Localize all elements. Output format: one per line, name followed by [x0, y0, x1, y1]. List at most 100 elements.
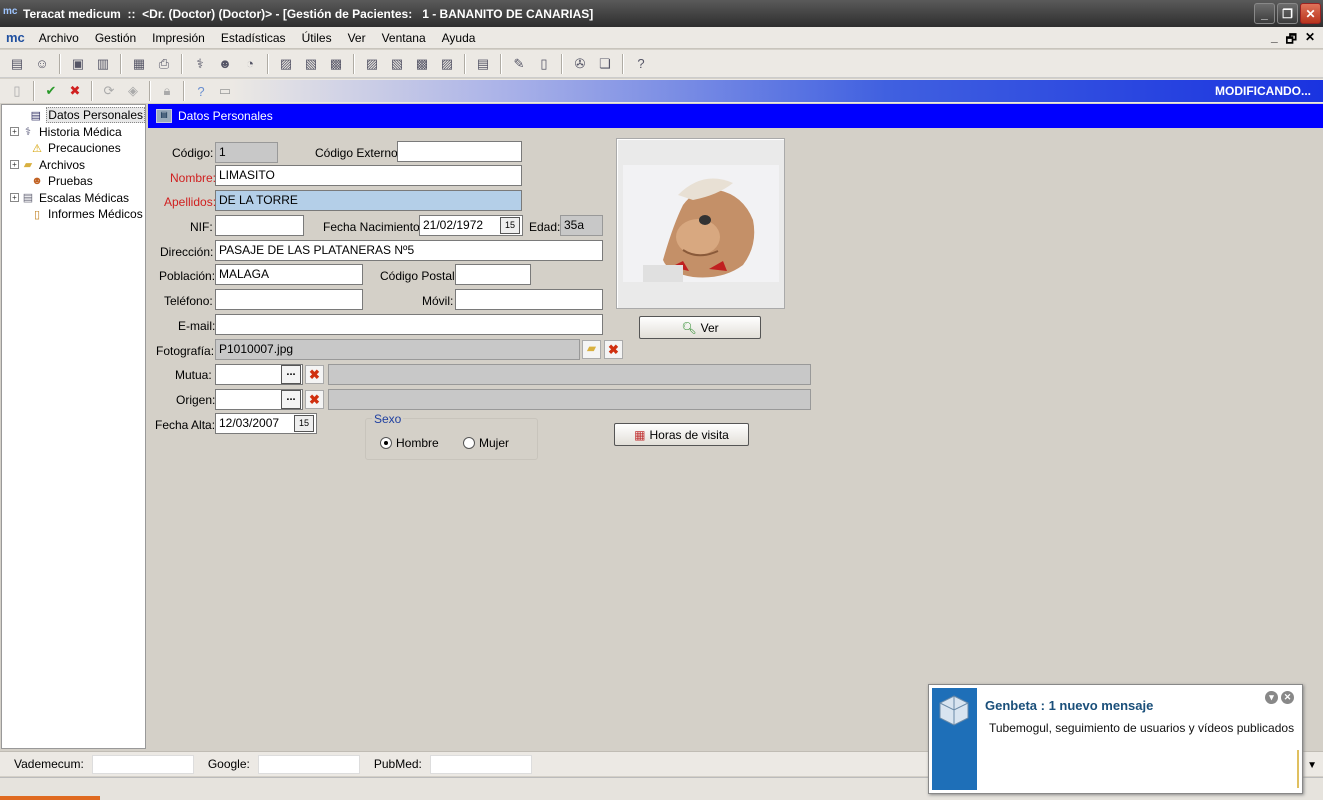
restore-button[interactable]: ❐ [1277, 3, 1298, 24]
pubmed-input[interactable] [429, 754, 532, 774]
expand-toggle[interactable]: + [10, 160, 19, 170]
bookmark-icon[interactable]: ▣ [67, 53, 89, 75]
horas-de-visita-button[interactable]: ▦ Horas de visita [614, 423, 749, 446]
notification-popup[interactable]: Genbeta : 1 nuevo mensaje Tubemogul, seg… [928, 684, 1303, 794]
nif-field[interactable] [215, 215, 304, 236]
copy-icon[interactable]: ❏ [594, 53, 616, 75]
help-icon[interactable]: ? [190, 80, 212, 102]
calendar-icon[interactable]: 15 [500, 217, 520, 234]
tools-icon[interactable]: ✇ [569, 53, 591, 75]
email-label: E-mail: [178, 319, 216, 333]
mdi-restore-button[interactable]: 🗗 [1286, 30, 1297, 51]
mdi-controls: _ 🗗 ✕ [1271, 30, 1315, 51]
close-icon[interactable]: ✕ [1281, 691, 1294, 704]
apellidos-field[interactable]: DE LA TORRE [215, 190, 522, 211]
telefono-field[interactable] [215, 289, 363, 310]
sexo-hombre-radio[interactable]: Hombre [380, 436, 439, 450]
new-card-icon[interactable]: ▤ [6, 53, 28, 75]
chart-4-icon[interactable]: ▨ [361, 53, 383, 75]
lock-icon[interactable]: 🔒︎ [156, 80, 178, 102]
fecha-alta-label: Fecha Alta: [155, 418, 216, 432]
tree-item-precauciones[interactable]: ⚠ Precauciones [2, 140, 145, 157]
tree-item-label: Precauciones [48, 141, 121, 156]
pill-icon[interactable]: ◔ [239, 53, 261, 75]
codigo-externo-field[interactable] [397, 141, 522, 162]
tree-item-datos-personales[interactable]: ▤ Datos Personales [2, 107, 145, 124]
chart-5-icon[interactable]: ▧ [386, 53, 408, 75]
menu-utiles[interactable]: Útiles [294, 31, 340, 45]
scroll-down-icon[interactable]: ▼ [1307, 760, 1317, 771]
horas-de-visita-label: Horas de visita [649, 427, 729, 442]
mutua-clear-icon[interactable]: ✖ [305, 365, 324, 384]
menu-gestion[interactable]: Gestión [87, 31, 144, 45]
nombre-label: Nombre: [170, 171, 217, 185]
mutua-browse-button[interactable]: ... [281, 365, 301, 384]
radio-label: Hombre [396, 436, 439, 450]
nombre-field[interactable]: LIMASITO [215, 165, 522, 186]
open-folder-icon[interactable]: ▰ [582, 340, 601, 359]
menu-ventana[interactable]: Ventana [374, 31, 434, 45]
tree-item-pruebas[interactable]: ☻ Pruebas [2, 173, 145, 190]
vademecum-input[interactable] [91, 754, 194, 774]
chart-2-icon[interactable]: ▧ [300, 53, 322, 75]
chart-7-icon[interactable]: ▨ [436, 53, 458, 75]
radio-label: Mujer [479, 436, 510, 450]
fotografia-field: P1010007.jpg [215, 339, 580, 360]
stethoscope-icon[interactable]: ⚕ [189, 53, 211, 75]
open-book-icon[interactable]: ▥ [92, 53, 114, 75]
chart-3-icon[interactable]: ▩ [325, 53, 347, 75]
document-icon[interactable]: ▯ [533, 53, 555, 75]
help-icon[interactable]: ? [630, 53, 652, 75]
tree-item-escalas-medicas[interactable]: + ▤ Escalas Médicas [2, 190, 145, 207]
page-icon[interactable]: ▯ [6, 80, 28, 102]
sexo-mujer-radio[interactable]: Mujer [463, 436, 509, 450]
chart-6-icon[interactable]: ▩ [411, 53, 433, 75]
tree-item-informes-medicos[interactable]: ▯ Informes Médicos [2, 206, 145, 223]
report-icon[interactable]: ▤ [472, 53, 494, 75]
accept-icon[interactable]: ✔ [40, 80, 62, 102]
toolbar-separator [33, 81, 35, 101]
menu-estadisticas[interactable]: Estadísticas [213, 31, 294, 45]
origen-clear-icon[interactable]: ✖ [305, 390, 324, 409]
calendar-icon[interactable]: 15 [294, 415, 314, 432]
minimize-button[interactable]: _ [1254, 3, 1275, 24]
pencil-icon[interactable]: ✎ [508, 53, 530, 75]
vademecum-label: Vademecum: [14, 757, 84, 771]
menu-archivo[interactable]: Archivo [31, 31, 87, 45]
printer-icon[interactable]: ⎙ [153, 53, 175, 75]
menu-impresion[interactable]: Impresión [144, 31, 213, 45]
codigo-label: Código: [172, 146, 214, 160]
mdi-minimize-button[interactable]: _ [1271, 30, 1278, 51]
main-toolbar: ▤ ☺ ▣ ▥ ▦ ⎙ ⚕ ☻ ◔ ▨ ▧ ▩ ▨ ▧ ▩ ▨ ▤ ✎ ▯ ✇ … [0, 50, 1323, 78]
calendar-icon[interactable]: ▦ [128, 53, 150, 75]
chart-1-icon[interactable]: ▨ [275, 53, 297, 75]
toolbar-separator [267, 53, 269, 74]
menu-ayuda[interactable]: Ayuda [434, 31, 484, 45]
doctor-icon[interactable]: ☻ [214, 53, 236, 75]
user-add-icon[interactable]: ☺ [31, 53, 53, 75]
cancel-icon[interactable]: ✖ [64, 80, 86, 102]
poblacion-field[interactable]: MALAGA [215, 264, 363, 285]
person-icon: ☻ [31, 175, 43, 188]
notification-scrollbar[interactable] [1297, 750, 1299, 788]
close-button[interactable]: ✕ [1300, 3, 1321, 24]
google-input[interactable] [257, 754, 360, 774]
movil-field[interactable] [455, 289, 603, 310]
codigo-postal-field[interactable] [455, 264, 531, 285]
ver-button[interactable]: 🔍︎ Ver [639, 316, 761, 339]
origen-label: Origen: [176, 393, 216, 407]
origen-browse-button[interactable]: ... [281, 390, 301, 409]
eraser-icon[interactable]: ◈ [122, 80, 144, 102]
clear-photo-icon[interactable]: ✖ [604, 340, 623, 359]
direccion-field[interactable]: PASAJE DE LAS PLATANERAS Nº5 [215, 240, 603, 261]
tree-item-archivos[interactable]: + ▰ Archivos [2, 157, 145, 174]
mdi-close-button[interactable]: ✕ [1305, 30, 1315, 51]
tree-item-historia-medica[interactable]: + ⚕ Historia Médica [2, 124, 145, 141]
email-field[interactable] [215, 314, 603, 335]
menu-ver[interactable]: Ver [340, 31, 374, 45]
expand-toggle[interactable]: + [10, 193, 19, 203]
chevron-down-icon[interactable]: ▾ [1265, 691, 1278, 704]
expand-toggle[interactable]: + [10, 127, 19, 137]
notification-body[interactable]: Tubemogul, seguimiento de usuarios y víd… [989, 721, 1294, 735]
refresh-icon[interactable]: ⟳ [98, 80, 120, 102]
